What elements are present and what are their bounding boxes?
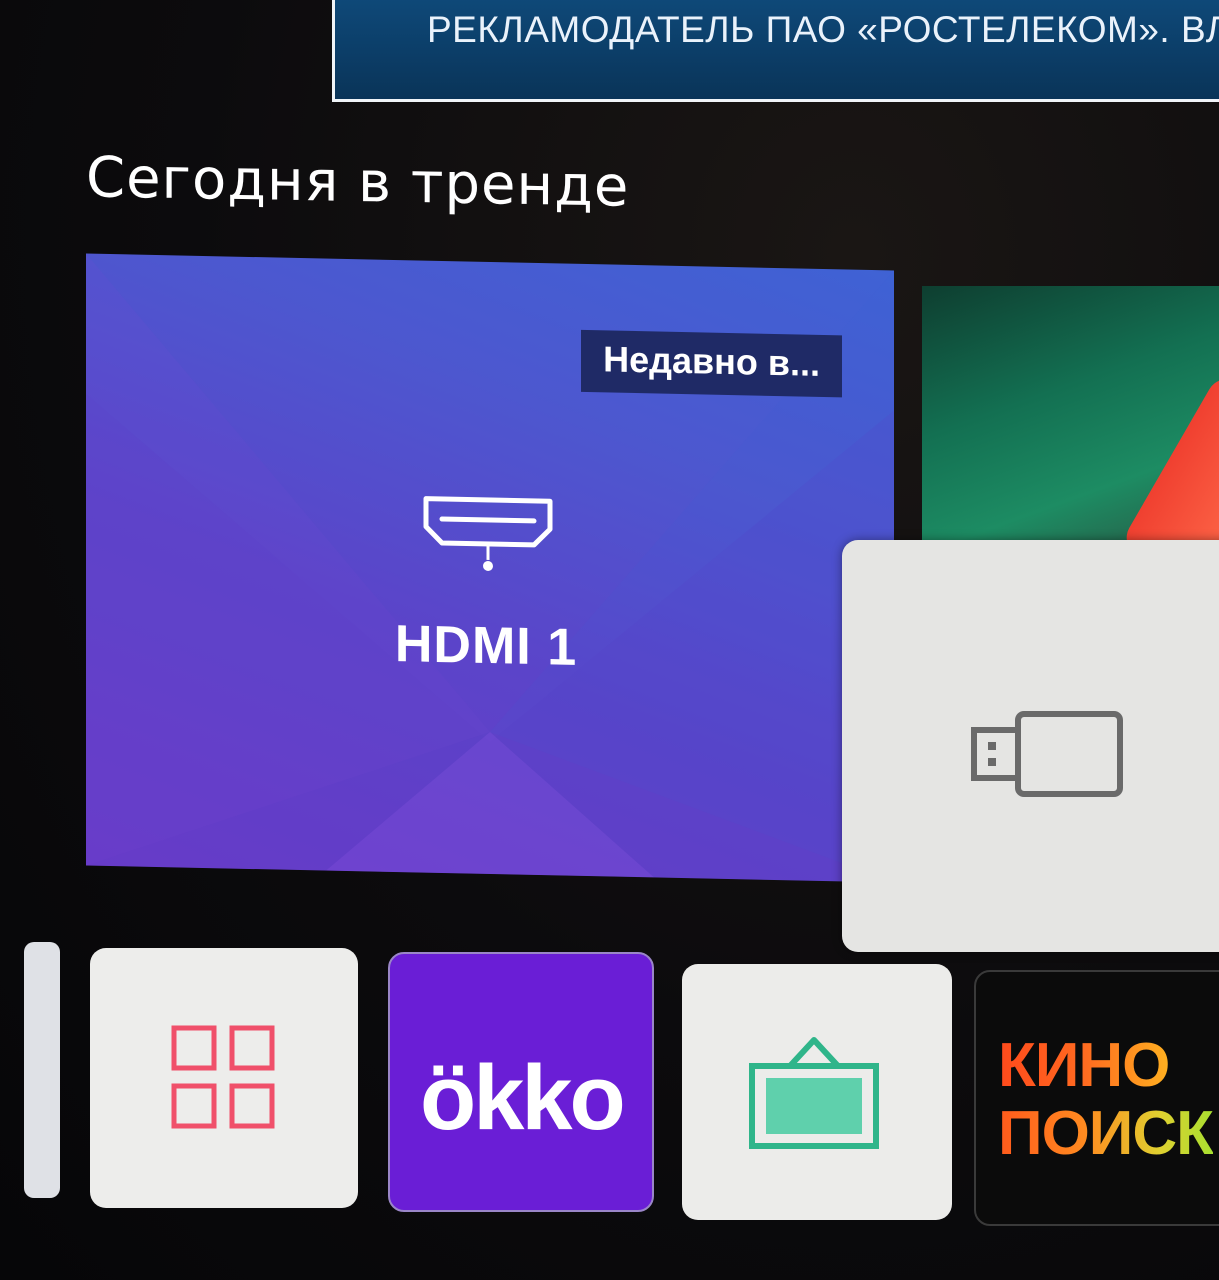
ad-banner-text: РЕКЛАМОДАТЕЛЬ ПАО «РОСТЕЛЕКОМ». ВЛ bbox=[427, 9, 1219, 50]
kinopoisk-logo-line2: ПОИСК bbox=[998, 1099, 1214, 1168]
hdmi-input-card[interactable]: Недавно в... HDMI 1 bbox=[86, 253, 894, 883]
app-tile-gallery[interactable] bbox=[682, 964, 952, 1220]
apps-grid-icon bbox=[171, 1025, 275, 1129]
ad-banner[interactable]: РЕКЛАМОДАТЕЛЬ ПАО «РОСТЕЛЕКОМ». ВЛ bbox=[332, 0, 1219, 102]
trending-content-card[interactable] bbox=[922, 286, 1219, 556]
okko-logo-text: ökko bbox=[420, 1047, 626, 1149]
teaser-image-accent bbox=[1119, 371, 1219, 556]
app-tile-apps[interactable] bbox=[90, 948, 358, 1208]
gallery-frame-icon bbox=[749, 1037, 879, 1149]
usb-drive-icon bbox=[971, 711, 1123, 797]
usb-device-card[interactable] bbox=[842, 540, 1219, 952]
app-launcher-row: ökko КИНО ПОИСК bbox=[0, 940, 1219, 1240]
hdmi-icon bbox=[423, 496, 553, 571]
app-tile-partial[interactable] bbox=[24, 942, 60, 1198]
app-tile-kinopoisk[interactable]: КИНО ПОИСК bbox=[974, 970, 1219, 1226]
kinopoisk-logo-line1: КИНО bbox=[998, 1031, 1170, 1100]
tv-home-screen: РЕКЛАМОДАТЕЛЬ ПАО «РОСТЕЛЕКОМ». ВЛ Сегод… bbox=[0, 0, 1219, 1280]
recent-badge: Недавно в... bbox=[581, 329, 842, 398]
section-title: Сегодня в тренде bbox=[86, 145, 630, 220]
app-tile-okko[interactable]: ökko bbox=[388, 952, 654, 1212]
